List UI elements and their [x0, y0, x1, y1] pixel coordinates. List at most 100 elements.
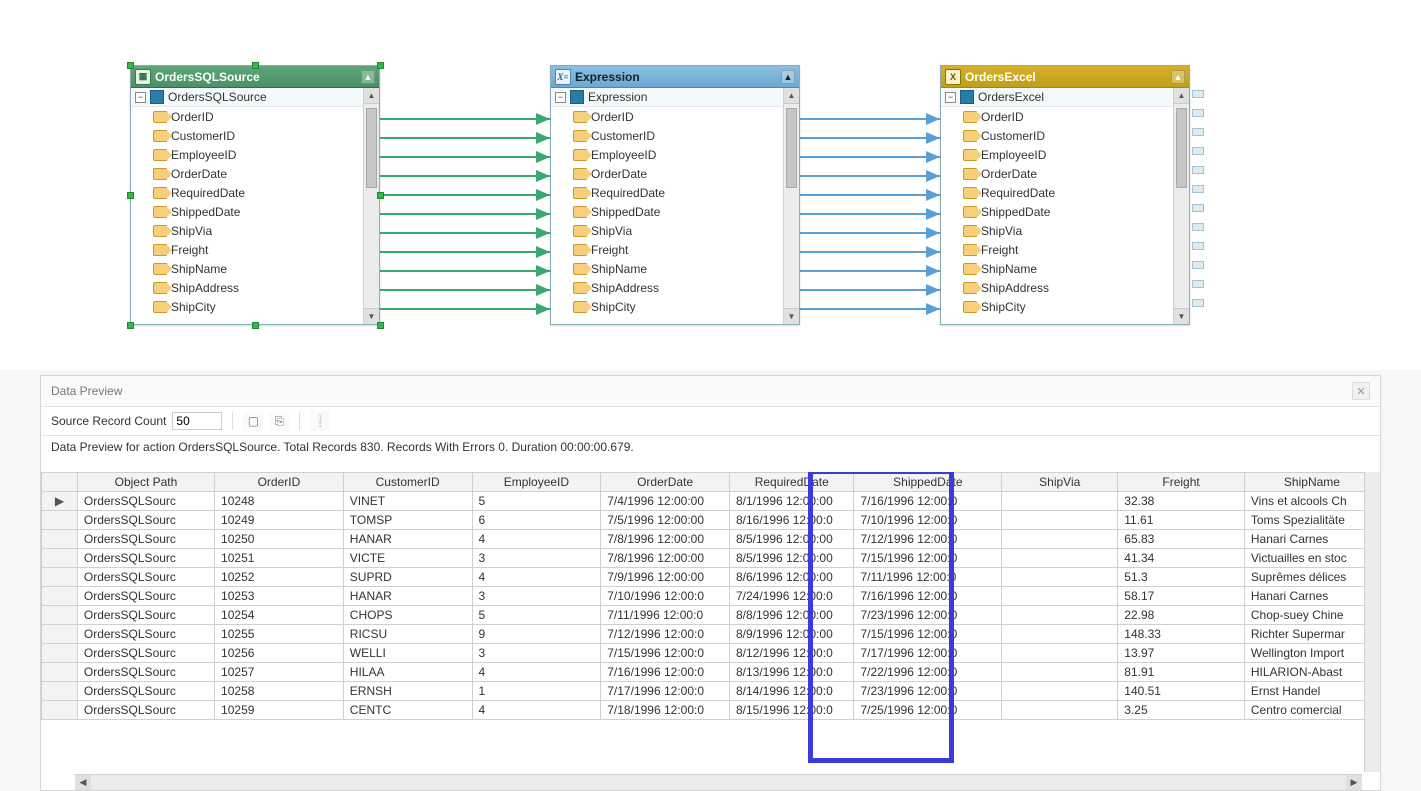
cell[interactable]: 10257 [215, 663, 344, 682]
cell[interactable]: 7/17/1996 12:00:0 [601, 682, 730, 701]
cell[interactable] [1002, 492, 1118, 511]
cell[interactable]: OrdersSQLSourc [77, 587, 214, 606]
cell[interactable]: 10252 [215, 568, 344, 587]
selection-handle[interactable] [252, 322, 259, 329]
column-header[interactable]: ShipVia [1002, 473, 1118, 492]
cell[interactable]: 8/6/1996 12:00:00 [729, 568, 854, 587]
cell[interactable] [1002, 606, 1118, 625]
cell[interactable]: OrdersSQLSourc [77, 682, 214, 701]
field-item[interactable]: ShipCity [131, 297, 379, 316]
table-row[interactable]: OrdersSQLSourc10250HANAR47/8/1996 12:00:… [42, 530, 1380, 549]
row-selector[interactable] [42, 663, 78, 682]
cell[interactable]: 7/5/1996 12:00:00 [601, 511, 730, 530]
cell[interactable]: 7/11/1996 12:00:0 [601, 606, 730, 625]
cell[interactable]: 7/12/1996 12:00:0 [601, 625, 730, 644]
scroll-up-icon[interactable]: ▲ [784, 88, 799, 104]
selection-handle[interactable] [377, 192, 384, 199]
field-item[interactable]: ShippedDate [551, 202, 799, 221]
cell[interactable]: Centro comercial [1244, 701, 1379, 720]
table-row[interactable]: ▶OrdersSQLSourc10248VINET57/4/1996 12:00… [42, 492, 1380, 511]
cell[interactable]: OrdersSQLSourc [77, 549, 214, 568]
field-item[interactable]: OrderDate [131, 164, 379, 183]
node-scrollbar[interactable]: ▲ ▼ [363, 88, 379, 324]
cell[interactable]: 65.83 [1118, 530, 1245, 549]
cell[interactable]: OrdersSQLSourc [77, 644, 214, 663]
field-item[interactable]: ShipAddress [551, 278, 799, 297]
field-item[interactable]: ShipAddress [131, 278, 379, 297]
cell[interactable]: CHOPS [343, 606, 472, 625]
cell[interactable] [1002, 549, 1118, 568]
grid-hscroll[interactable]: ◀ ▶ [75, 774, 1362, 790]
field-item[interactable]: Freight [131, 240, 379, 259]
cell[interactable]: 10250 [215, 530, 344, 549]
cell[interactable]: 7/11/1996 12:00:0 [854, 568, 1002, 587]
selection-handle[interactable] [127, 322, 134, 329]
cell[interactable] [1002, 625, 1118, 644]
column-header[interactable]: Freight [1118, 473, 1245, 492]
export-button[interactable]: ⎘ [269, 411, 289, 431]
cell[interactable]: ERNSH [343, 682, 472, 701]
scroll-left-icon[interactable]: ◀ [75, 775, 91, 790]
scroll-down-icon[interactable]: ▼ [1174, 308, 1189, 324]
cell[interactable]: RICSU [343, 625, 472, 644]
column-header[interactable]: Object Path [77, 473, 214, 492]
table-row[interactable]: OrdersSQLSourc10256WELLI37/15/1996 12:00… [42, 644, 1380, 663]
field-item[interactable]: CustomerID [551, 126, 799, 145]
node-scrollbar[interactable]: ▲ ▼ [783, 88, 799, 324]
cell[interactable]: OrdersSQLSourc [77, 530, 214, 549]
cell[interactable]: 1 [472, 682, 601, 701]
field-item[interactable]: ShipVia [131, 221, 379, 240]
cell[interactable]: 7/4/1996 12:00:00 [601, 492, 730, 511]
node-orders-sql-source[interactable]: ▦ OrdersSQLSource ▲ − OrdersSQLSource Or… [130, 65, 380, 325]
column-header[interactable]: OrderID [215, 473, 344, 492]
tree-toggle-icon[interactable]: − [945, 92, 956, 103]
tree-toggle-icon[interactable]: − [555, 92, 566, 103]
output-port[interactable] [1192, 166, 1204, 174]
cell[interactable]: 8/5/1996 12:00:00 [729, 549, 854, 568]
cell[interactable]: 32.38 [1118, 492, 1245, 511]
cell[interactable]: Toms Spezialitäte [1244, 511, 1379, 530]
selection-handle[interactable] [377, 322, 384, 329]
cell[interactable]: 22.98 [1118, 606, 1245, 625]
cell[interactable]: 9 [472, 625, 601, 644]
cell[interactable]: 10249 [215, 511, 344, 530]
cell[interactable]: 58.17 [1118, 587, 1245, 606]
node-header[interactable]: X= Expression ▲ [551, 66, 799, 88]
cell[interactable]: VICTE [343, 549, 472, 568]
column-header[interactable]: RequiredDate [729, 473, 854, 492]
scroll-down-icon[interactable]: ▼ [784, 308, 799, 324]
cell[interactable]: 8/15/1996 12:00:0 [729, 701, 854, 720]
cell[interactable] [1002, 587, 1118, 606]
cell[interactable]: 7/8/1996 12:00:00 [601, 549, 730, 568]
cell[interactable]: 7/15/1996 12:00:0 [854, 625, 1002, 644]
collapse-icon[interactable]: ▲ [1171, 70, 1185, 84]
cell[interactable]: OrdersSQLSourc [77, 511, 214, 530]
row-selector[interactable] [42, 549, 78, 568]
cell[interactable]: 51.3 [1118, 568, 1245, 587]
cell[interactable]: Vins et alcools Ch [1244, 492, 1379, 511]
field-item[interactable]: Freight [551, 240, 799, 259]
row-selector[interactable] [42, 511, 78, 530]
cell[interactable] [1002, 511, 1118, 530]
scroll-thumb[interactable] [786, 108, 797, 188]
node-scrollbar[interactable]: ▲ ▼ [1173, 88, 1189, 324]
cell[interactable]: 7/16/1996 12:00:0 [601, 663, 730, 682]
scroll-thumb[interactable] [366, 108, 377, 188]
cell[interactable]: SUPRD [343, 568, 472, 587]
root-row[interactable]: − OrdersExcel [941, 88, 1189, 107]
selection-handle[interactable] [127, 62, 134, 69]
cell[interactable]: 8/1/1996 12:00:00 [729, 492, 854, 511]
close-icon[interactable]: ✕ [1352, 382, 1370, 400]
row-selector[interactable] [42, 568, 78, 587]
node-orders-excel[interactable]: X OrdersExcel ▲ − OrdersExcel OrderIDCus… [940, 65, 1190, 325]
cell[interactable]: 4 [472, 663, 601, 682]
field-item[interactable]: OrderID [941, 107, 1189, 126]
cell[interactable]: OrdersSQLSourc [77, 663, 214, 682]
field-item[interactable]: ShipVia [551, 221, 799, 240]
cell[interactable] [1002, 644, 1118, 663]
cell[interactable]: Victuailles en stoc [1244, 549, 1379, 568]
cell[interactable]: OrdersSQLSourc [77, 568, 214, 587]
cell[interactable]: 148.33 [1118, 625, 1245, 644]
cell[interactable]: 4 [472, 530, 601, 549]
root-row[interactable]: − OrdersSQLSource [131, 88, 379, 107]
